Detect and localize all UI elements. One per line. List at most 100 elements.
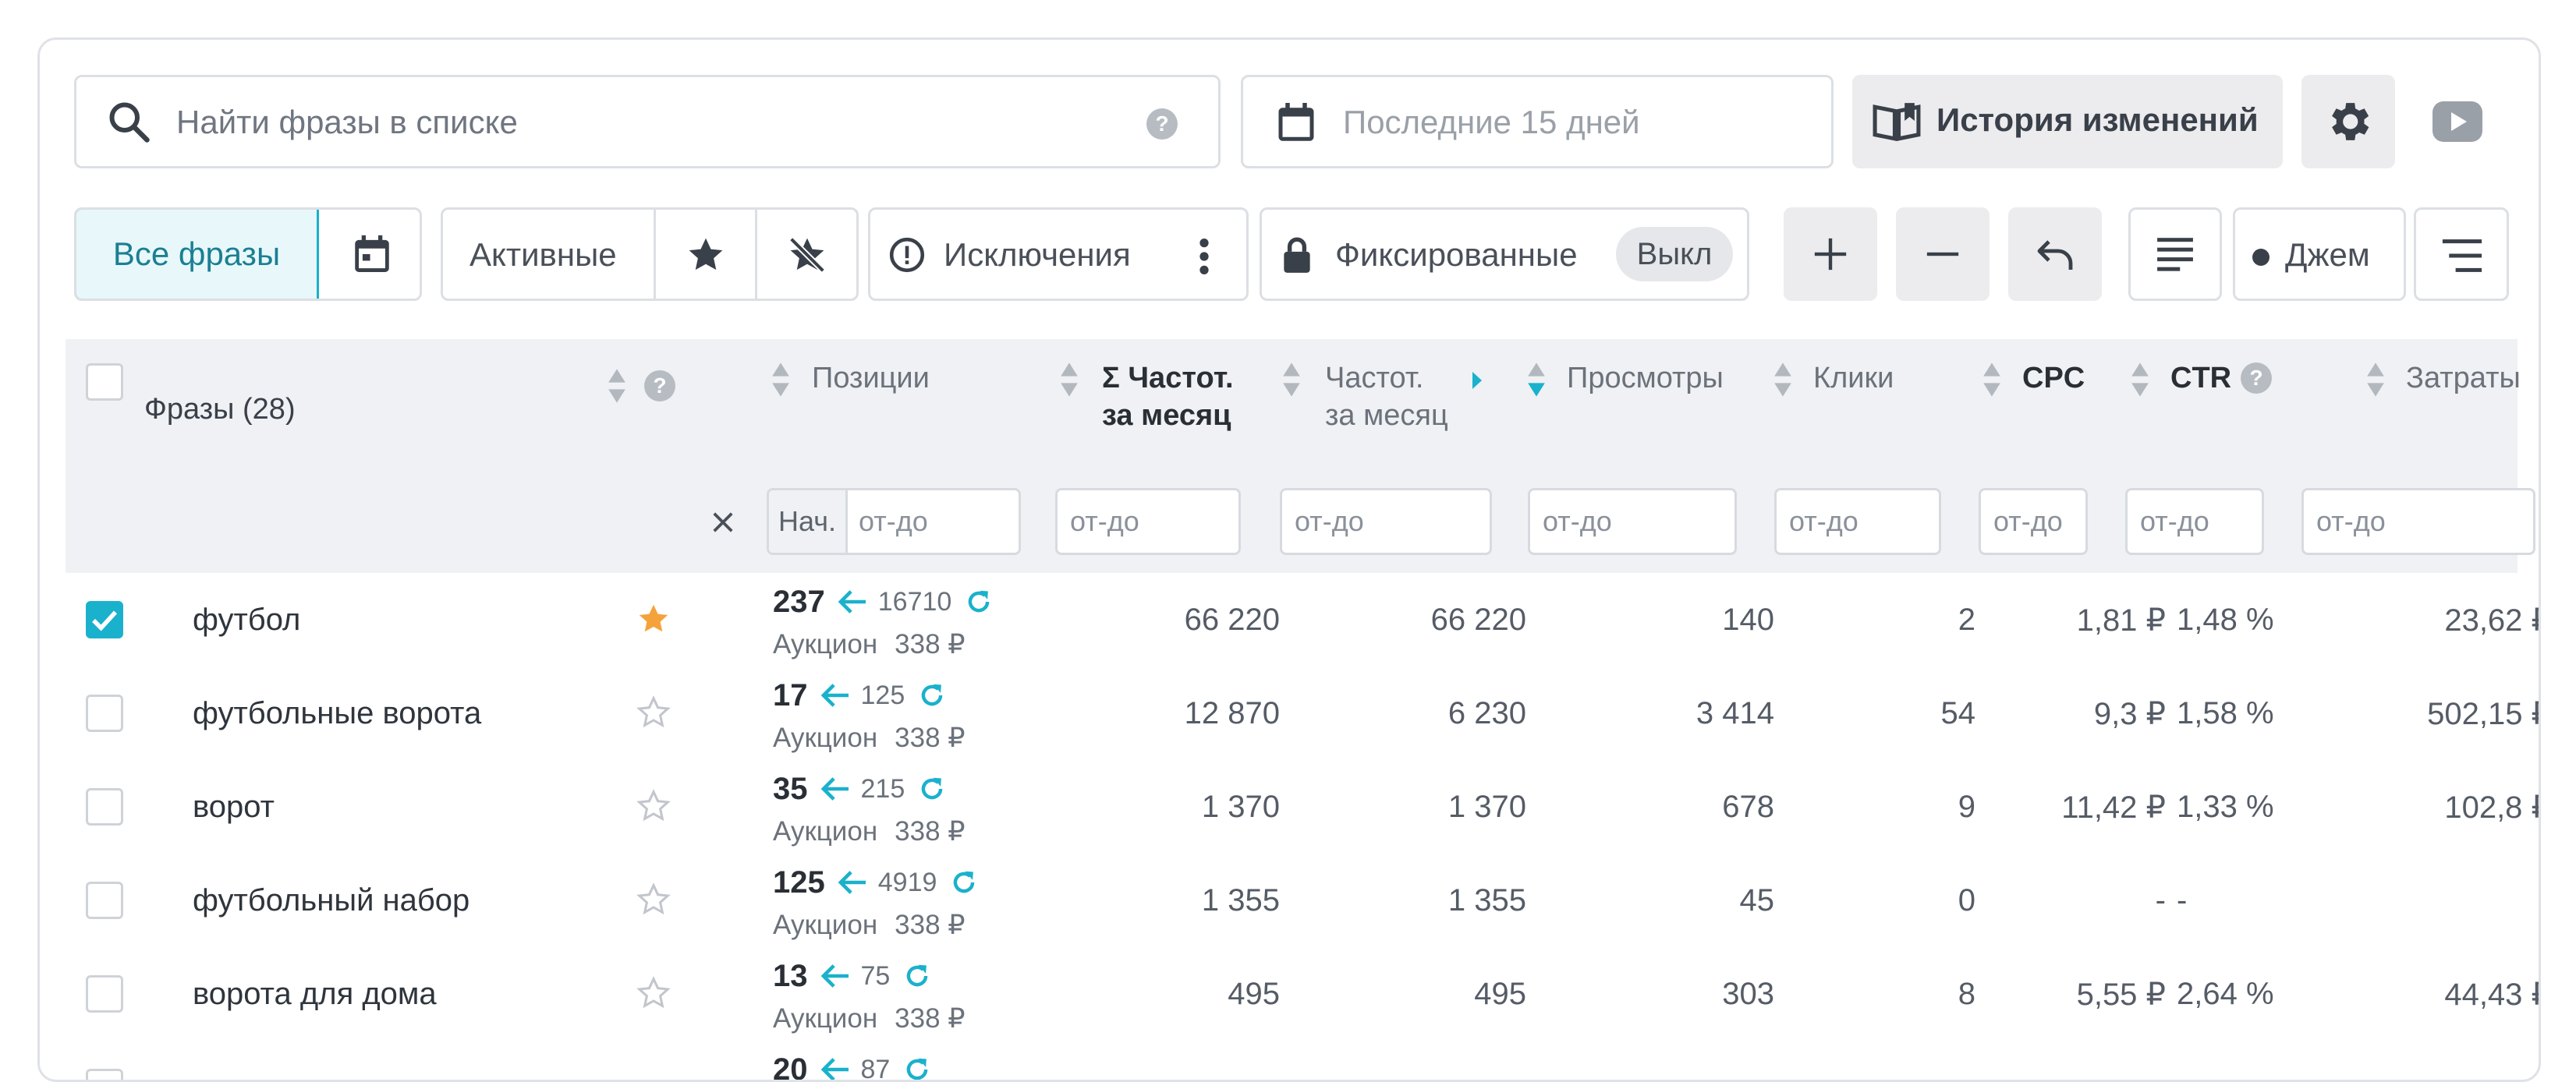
filter-group-all: Все фразы <box>74 207 422 301</box>
jam-button[interactable]: Джем <box>2233 207 2406 301</box>
filter-all-phrases[interactable]: Все фразы <box>74 207 319 301</box>
target-position-value: 215 <box>861 774 905 804</box>
star-outline-icon[interactable] <box>636 695 671 730</box>
position-value: 237 <box>773 585 825 620</box>
video-icon[interactable] <box>2432 101 2482 143</box>
caret-right-icon[interactable] <box>1471 370 1483 391</box>
select-all-checkbox[interactable] <box>86 363 123 401</box>
column-ctr: CTR <box>2170 359 2231 397</box>
star-outline-icon[interactable] <box>636 882 671 918</box>
calendar-filter-icon[interactable] <box>349 232 395 277</box>
ctr-cell: 1,48 % <box>2177 603 2274 638</box>
star-filled-icon[interactable] <box>636 601 671 637</box>
views-filter[interactable]: от-до <box>1528 488 1737 555</box>
position-cell: 237 16710 <box>773 582 994 621</box>
positions-filter[interactable]: Нач. от-до <box>767 488 1021 555</box>
row-checkbox[interactable] <box>86 695 123 732</box>
search-placeholder: Найти фразы в списке <box>176 104 518 141</box>
sort-icon[interactable] <box>771 361 789 398</box>
undo-button[interactable] <box>2008 207 2102 301</box>
row-checkbox[interactable] <box>86 788 123 826</box>
cost-cell: 44,43 ₽ <box>2444 977 2541 1013</box>
auction-price: Аукцион338 ₽ <box>773 629 966 660</box>
cost-filter[interactable]: от-до <box>2301 488 2535 555</box>
undo-icon <box>2035 235 2075 273</box>
start-position-toggle[interactable]: Нач. <box>769 490 848 553</box>
frequency-cell: 1 370 <box>1448 790 1526 825</box>
sort-icon[interactable] <box>2365 361 2384 398</box>
sort-icon[interactable] <box>1773 361 1791 398</box>
sum-frequency-cell: 66 220 <box>1185 603 1280 638</box>
add-button[interactable] <box>1784 207 1877 301</box>
text-align-button[interactable] <box>2128 207 2222 301</box>
refresh-icon[interactable] <box>902 1055 932 1082</box>
help-icon[interactable]: ? <box>2241 362 2272 394</box>
lock-icon <box>1279 235 1315 274</box>
filter-exclusions[interactable]: Исключения <box>868 207 1249 301</box>
filter-active[interactable]: Активные <box>469 236 617 274</box>
phrase-text[interactable]: ворот <box>193 790 275 825</box>
phrase-text[interactable]: футбольные ворота <box>193 696 481 731</box>
search-icon <box>106 99 153 146</box>
table-row[interactable]: футбольный набор1254919Аукцион338 ₽1 355… <box>40 854 2541 947</box>
table-row[interactable]: ворот35215Аукцион338 ₽1 3701 370678911,4… <box>40 760 2541 854</box>
row-checkbox[interactable] <box>86 601 123 638</box>
help-icon[interactable]: ? <box>1146 108 1178 140</box>
phrase-text[interactable]: ворота для дома <box>193 977 437 1012</box>
more-vertical-icon[interactable] <box>1196 236 1212 277</box>
target-position-value: 16710 <box>878 587 952 617</box>
star-outline-icon[interactable] <box>636 788 671 824</box>
column-cpc: CPC <box>2022 359 2085 397</box>
frequency-filter[interactable]: от-до <box>1280 488 1492 555</box>
views-cell: 45 <box>1740 883 1775 918</box>
ctr-filter[interactable]: от-до <box>2125 488 2264 555</box>
row-checkbox[interactable] <box>86 975 123 1013</box>
ctr-cell: - <box>2177 883 2187 918</box>
table-row[interactable]: ворота для дома1375Аукцион338 ₽495495303… <box>40 947 2541 1041</box>
cpc-filter[interactable]: от-до <box>1979 488 2088 555</box>
plus-icon <box>1813 237 1848 271</box>
sort-icon-active[interactable] <box>1526 361 1545 398</box>
star-off-filter-icon[interactable] <box>786 234 828 276</box>
ctr-cell: 1,58 % <box>2177 696 2274 731</box>
row-checkbox[interactable] <box>86 1069 123 1082</box>
position-value: 20 <box>773 1052 808 1082</box>
search-field[interactable]: Найти фразы в списке ? <box>74 75 1221 168</box>
sum-frequency-filter[interactable]: от-до <box>1055 488 1241 555</box>
auction-label: Аукцион <box>773 910 877 940</box>
help-icon[interactable]: ? <box>644 370 675 401</box>
refresh-icon[interactable] <box>917 774 947 804</box>
sort-icon[interactable] <box>2130 361 2149 398</box>
filter-fixed[interactable]: Фиксированные Выкл <box>1260 207 1749 301</box>
clicks-filter[interactable]: от-до <box>1774 488 1941 555</box>
table-row[interactable]: футбольные ворота17125Аукцион338 ₽12 870… <box>40 667 2541 760</box>
refresh-icon[interactable] <box>949 868 979 897</box>
refresh-icon[interactable] <box>917 681 947 710</box>
sort-icon[interactable] <box>1281 361 1300 398</box>
phrase-text[interactable]: футбол <box>193 603 300 638</box>
arrow-left-icon <box>820 776 850 802</box>
phrase-text[interactable]: футбольный набор <box>193 883 469 918</box>
row-checkbox[interactable] <box>86 882 123 919</box>
sort-icon[interactable] <box>1059 361 1078 398</box>
date-range-picker[interactable]: Последние 15 дней <box>1241 75 1834 168</box>
fixed-toggle-badge[interactable]: Выкл <box>1616 227 1733 281</box>
star-filter-icon[interactable] <box>685 234 727 276</box>
cost-cell: 502,15 ₽ <box>2427 696 2541 732</box>
clear-filters-icon[interactable] <box>711 511 735 534</box>
table-row[interactable]: 2087 <box>40 1041 2541 1082</box>
refresh-icon[interactable] <box>902 961 932 991</box>
remove-button[interactable] <box>1896 207 1990 301</box>
settings-button[interactable] <box>2301 75 2395 168</box>
sort-icon[interactable] <box>607 367 625 405</box>
sort-menu-button[interactable] <box>2414 207 2509 301</box>
refresh-icon[interactable] <box>964 587 994 617</box>
auction-value: 338 ₽ <box>895 1003 965 1034</box>
history-button[interactable]: История изменений <box>1852 75 2283 168</box>
table-row[interactable]: футбол23716710Аукцион338 ₽66 22066 22014… <box>40 573 2541 667</box>
ctr-cell: 1,33 % <box>2177 790 2274 825</box>
star-outline-icon[interactable] <box>636 975 671 1011</box>
sort-icon[interactable] <box>1982 361 2000 398</box>
alert-circle-icon <box>888 235 927 274</box>
views-cell: 303 <box>1722 977 1774 1012</box>
